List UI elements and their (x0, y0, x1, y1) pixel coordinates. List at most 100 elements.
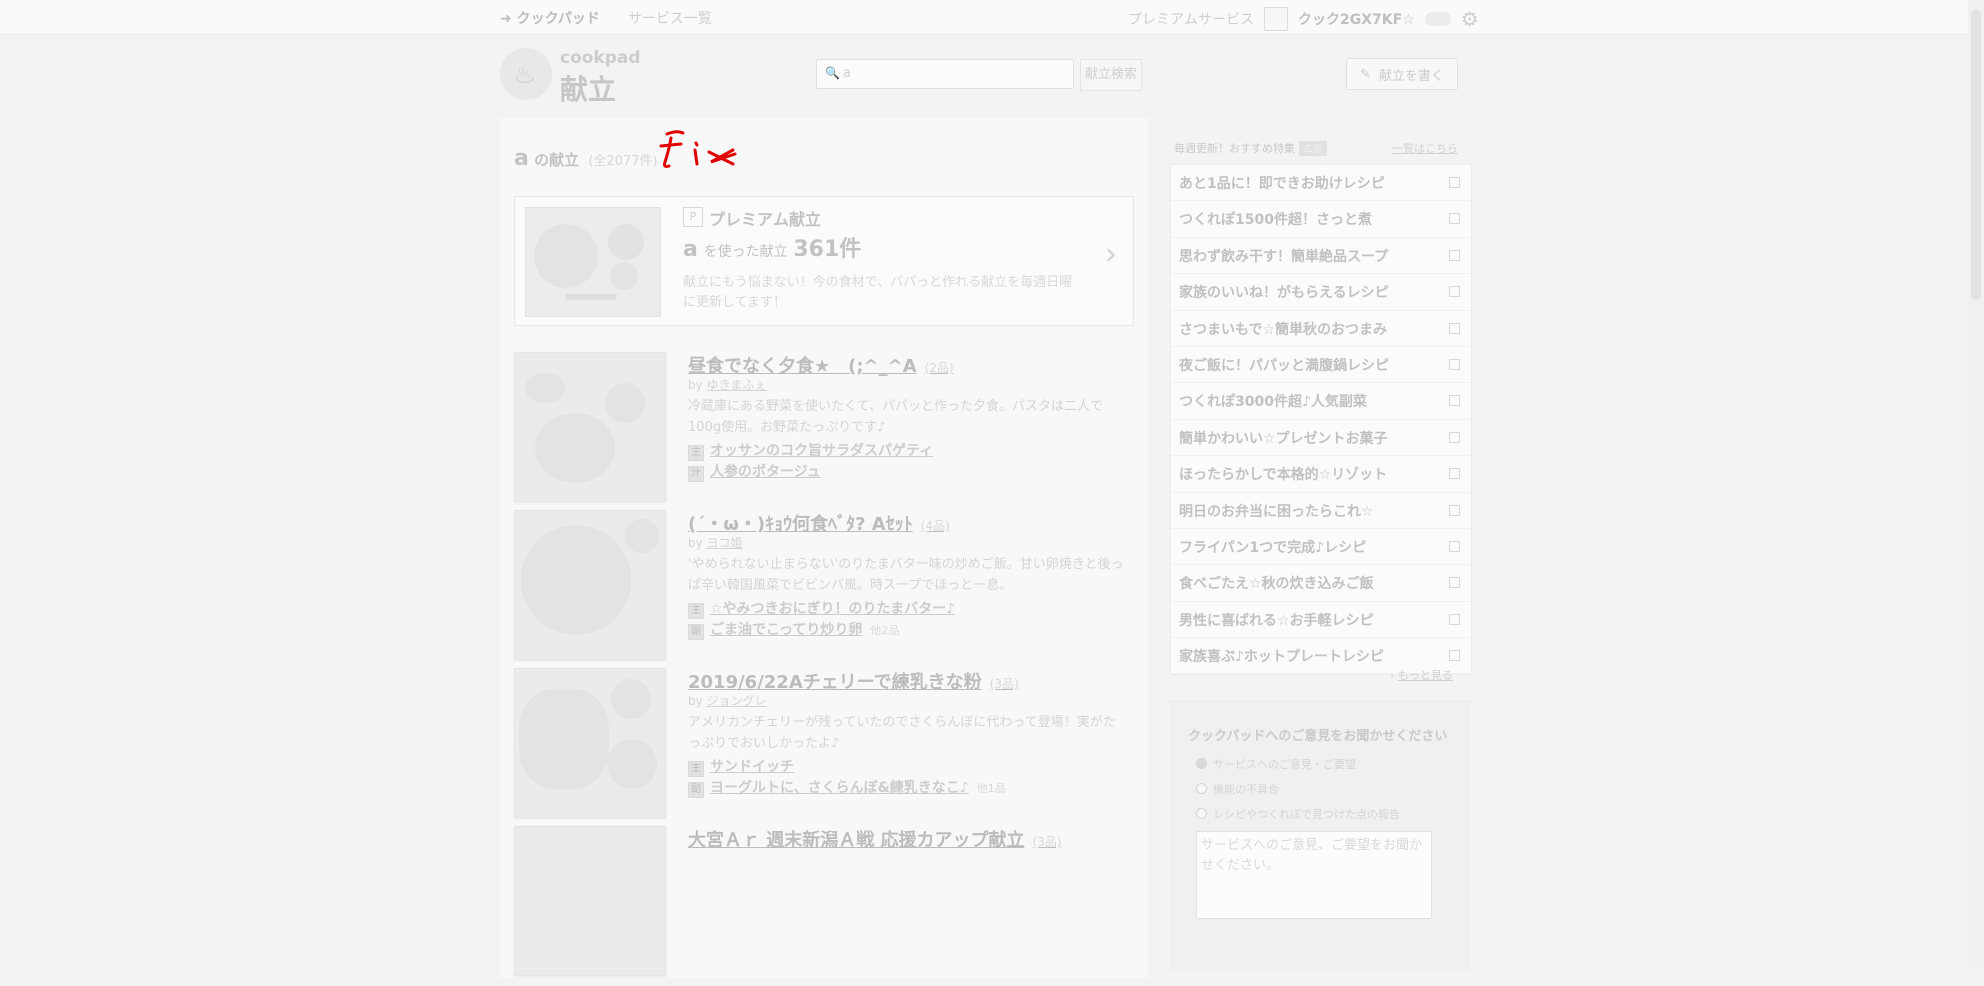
dish-link[interactable]: 副ヨーグルトに、さくらんぼ&練乳きなこ♪ 他1品 (688, 777, 1006, 798)
search-icon: 🔍 (825, 66, 840, 80)
result-heading: a の献立 (全2077件) (514, 146, 658, 171)
handwritten-fix-annotation: fix (659, 130, 737, 168)
menu-dish-count: (2品) (924, 361, 954, 375)
menu-title: (´・ω・)ｷｮｳ何食ﾍﾞﾀ? Aｾｯﾄ (688, 514, 913, 535)
dish-link[interactable]: 汁人参のポタージュ (688, 461, 821, 482)
feature-item-label: 明日のお弁当に困ったらこれ☆ (1179, 503, 1374, 520)
menu-title-link[interactable]: 昼食でなく夕食★ (;^_^A (2品) (688, 352, 954, 378)
search-input[interactable]: 🔍 a (816, 59, 1074, 89)
feedback-option-radio[interactable]: 機能の不具合 (1196, 781, 1279, 797)
feature-item-label: 簡単かわいい☆プレゼントお菓子 (1179, 430, 1388, 447)
feature-item[interactable]: フライパン1つで完成♪レシピ (1171, 529, 1471, 566)
external-link-icon (1449, 213, 1460, 225)
feature-item[interactable]: 簡単かわいい☆プレゼントお菓子 (1171, 420, 1471, 457)
dish-label: サンドイッチ (710, 759, 794, 775)
premium-badge: P (683, 207, 703, 227)
feedback-option-radio[interactable]: サービスへのご意見・ご要望 (1196, 756, 1356, 772)
more-link[interactable]: › もっと見る (1390, 667, 1453, 683)
brand-logo[interactable]: cookpad (560, 48, 641, 68)
menu-author: by ジョングレ (688, 692, 767, 709)
external-link-icon (1449, 577, 1460, 589)
main-dish-icon: 主 (688, 761, 704, 777)
radio-icon (1196, 758, 1207, 769)
scrollbar[interactable] (1968, 0, 1984, 967)
menu-title: 2019/6/22Aチェリーで練乳きな粉 (688, 672, 982, 693)
premium-query: a (683, 237, 698, 262)
feedback-option-radio[interactable]: レシピやつくれぽで見つけた点の報告 (1196, 806, 1400, 822)
premium-menu-image (525, 207, 661, 317)
feature-item[interactable]: さつまいもで☆簡単秋のおつまみ (1171, 311, 1471, 347)
feature-item[interactable]: つくれぽ3000件超♪人気副菜 (1171, 383, 1471, 420)
search-button[interactable]: 献立検索 (1080, 59, 1143, 91)
side-dish-icon: 副 (688, 782, 704, 798)
feedback-title: クックパッドへのご意見をお聞かせください (1188, 729, 1448, 744)
dish-label: オッサンのコク旨サラダスパゲティ (710, 443, 934, 459)
feature-item[interactable]: 食べごたえ☆秋の炊き込みご飯 (1171, 565, 1471, 602)
dish-label: ごま油でこってり炒り卵 (710, 622, 863, 638)
ad-badge: 広告 (1299, 141, 1328, 156)
write-menu-label: 献立を書く (1378, 68, 1444, 84)
write-menu-button[interactable]: ✎ 献立を書く (1346, 58, 1458, 90)
feature-item[interactable]: 家族のいいね！がもらえるレシピ (1171, 274, 1471, 311)
avatar[interactable] (1264, 7, 1288, 31)
menu-title-link[interactable]: (´・ω・)ｷｮｳ何食ﾍﾞﾀ? Aｾｯﾄ (4品) (688, 510, 950, 536)
product-logo[interactable]: 献立 (560, 68, 616, 108)
menu-photo[interactable] (514, 510, 666, 660)
author-link[interactable]: ヨコ姫 (707, 536, 743, 550)
author-link[interactable]: ゆきまふぇ (707, 378, 767, 392)
username[interactable]: クック2GX7KF☆ (1298, 9, 1415, 29)
feature-item-label: 家族のいいね！がもらえるレシピ (1179, 285, 1389, 302)
feature-heading: 毎週更新！おすすめ特集 広告 (1174, 140, 1328, 156)
feature-item[interactable]: 男性に喜ばれる☆お手軽レシピ (1171, 602, 1471, 639)
menu-title-link[interactable]: 2019/6/22Aチェリーで練乳きな粉 (3品) (688, 668, 1019, 694)
feedback-option-label: レシピやつくれぽで見つけた点の報告 (1213, 808, 1400, 821)
menu-photo[interactable] (514, 352, 666, 502)
premium-menu-banner[interactable]: P プレミアム献立 a を使った献立 361件 献立にもう悩まない！今の食材で、… (514, 196, 1134, 326)
external-link-icon (1449, 358, 1460, 370)
menu-title-link[interactable]: 大宮Ａｒ 週末新潟Ａ戦 応援カアップ献立 (3品) (688, 826, 1062, 852)
notification-badge[interactable] (1424, 12, 1451, 26)
dish-link[interactable]: 主オッサンのコク旨サラダスパゲティ (688, 440, 933, 461)
chevron-right-icon[interactable]: › (1105, 237, 1117, 272)
result-suffix: の献立 (534, 151, 580, 169)
external-link-icon (1449, 395, 1460, 407)
menu-photo[interactable] (514, 826, 666, 976)
feature-item[interactable]: 思わず飲み干す！簡単絶品スープ (1171, 238, 1471, 275)
menu-photo[interactable] (514, 668, 666, 818)
dish-label: 人参のポタージュ (710, 464, 821, 480)
feature-list-link[interactable]: 一覧はこちら (1392, 140, 1458, 156)
external-link-icon (1449, 322, 1460, 334)
dish-link[interactable]: 副ごま油でこってり炒り卵 他2品 (688, 619, 899, 640)
page-header: ♨ cookpad 献立 🔍 a 献立検索 ✎ 献立を書く (500, 46, 1464, 116)
dish-link[interactable]: 主サンドイッチ (688, 756, 794, 777)
feature-item[interactable]: 夜ご飯に！パパッと満腹鍋レシピ (1171, 347, 1471, 384)
feature-item-label: つくれぽ1500件超！さっと煮 (1179, 212, 1372, 229)
radio-icon (1196, 783, 1207, 794)
result-count: (全2077件) (588, 154, 658, 169)
feature-item[interactable]: 明日のお弁当に困ったらこれ☆ (1171, 493, 1471, 529)
by-prefix: by (688, 378, 703, 392)
back-to-cookpad-link[interactable]: ➜ クックパッド (500, 8, 600, 28)
external-link-icon (1449, 468, 1460, 480)
feature-item-label: 食べごたえ☆秋の炊き込みご飯 (1179, 576, 1374, 593)
back-link-label: クックパッド (516, 11, 600, 27)
premium-service-link[interactable]: プレミアムサービス (1128, 9, 1254, 29)
feedback-textarea[interactable]: サービスへのご意見、ご要望をお聞かせください。 (1196, 831, 1432, 919)
feature-item[interactable]: つくれぽ1500件超！さっと煮 (1171, 201, 1471, 238)
feature-item-label: つくれぽ3000件超♪人気副菜 (1179, 394, 1367, 411)
feature-item[interactable]: ほったらかしで本格的☆リゾット (1171, 456, 1471, 493)
scrollbar-thumb[interactable] (1971, 10, 1981, 300)
feedback-form: クックパッドへのご意見をお聞かせください サービスへのご意見・ご要望 機能の不具… (1170, 700, 1470, 971)
main-dish-icon: 主 (688, 445, 704, 461)
feature-list: あと1品に！即できお助けレシピ つくれぽ1500件超！さっと煮 思わず飲み干す！… (1170, 164, 1472, 676)
author-link[interactable]: ジョングレ (707, 694, 767, 708)
main-dish-icon: 主 (688, 603, 704, 619)
services-link[interactable]: サービス一覧 (628, 8, 712, 28)
by-prefix: by (688, 694, 703, 708)
feature-item[interactable]: あと1品に！即できお助けレシピ (1171, 165, 1471, 202)
chef-hat-icon[interactable]: ♨ (500, 48, 552, 100)
gear-icon[interactable]: ⚙ (1461, 7, 1479, 31)
global-header: ➜ クックパッド サービス一覧 プレミアムサービス クック2GX7KF☆ ⚙ (0, 0, 1984, 35)
dish-extra: 他2品 (870, 624, 900, 637)
dish-link[interactable]: 主 ☆やみつきおにぎり！のりたまバター♪ (688, 598, 955, 619)
